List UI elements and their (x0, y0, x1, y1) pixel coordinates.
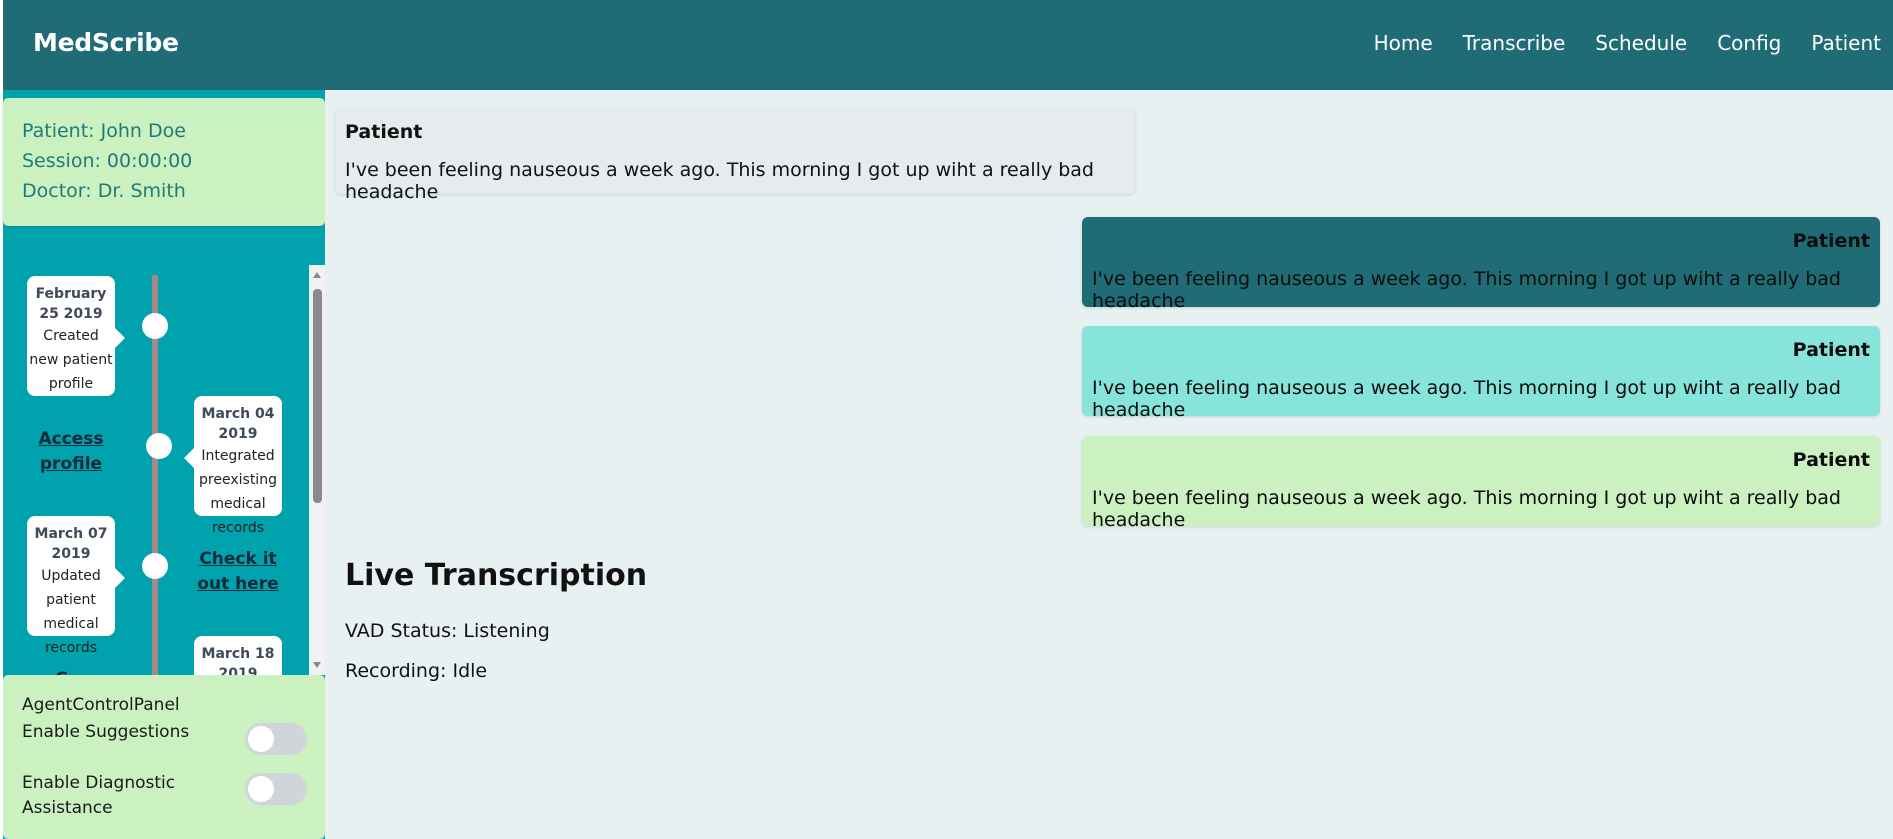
transcript-message: Patient I've been feeling nauseous a wee… (1082, 436, 1880, 531)
nav-config-link[interactable]: Config (1717, 31, 1781, 55)
access-profile-link[interactable]: Access profile (27, 427, 115, 477)
diagnostic-assistance-toggle[interactable] (245, 773, 307, 805)
message-speaker: Patient (1792, 449, 1870, 471)
message-speaker: Patient (345, 121, 423, 143)
agent-control-panel: AgentControlPanel Enable Suggestions Ena… (3, 675, 325, 839)
vad-status: VAD Status: Listening (345, 620, 550, 642)
transcript-message: Patient I've been feeling nauseous a wee… (335, 108, 1135, 203)
timeline-event-date: March 18 2019 (201, 646, 275, 675)
nav-schedule-link[interactable]: Schedule (1595, 31, 1687, 55)
timeline-dot (146, 433, 172, 459)
nav-patient-link[interactable]: Patient (1811, 31, 1881, 55)
transcript-message: Patient I've been feeling nauseous a wee… (1082, 326, 1880, 421)
suggestions-toggle[interactable] (245, 723, 307, 755)
message-text: I've been feeling nauseous a week ago. T… (345, 159, 1094, 203)
timeline-dot (142, 313, 168, 339)
suggestions-toggle-label: Enable Suggestions (22, 722, 190, 742)
timeline-scrollbar[interactable] (309, 265, 325, 675)
agent-panel-title: AgentControlPanel (22, 695, 180, 715)
timeline-event-date: March 07 2019 (34, 526, 108, 562)
timeline-event-link[interactable]: C... (27, 667, 115, 675)
suggestions-toggle-row: Enable Suggestions (22, 720, 307, 755)
diagnostic-toggle-row: Enable Diagnostic Assistance (22, 771, 307, 821)
timeline-dot (142, 553, 168, 579)
message-text: I've been feeling nauseous a week ago. T… (1092, 268, 1841, 312)
live-transcription-heading: Live Transcription (345, 558, 648, 593)
message-text: I've been feeling nauseous a week ago. T… (1092, 377, 1841, 421)
timeline-event-text: Integrated preexisting medical records (199, 448, 277, 536)
scrollbar-thumb[interactable] (313, 289, 322, 503)
timeline-event-card: March 18 2019 (194, 636, 282, 675)
nav-home-link[interactable]: Home (1374, 31, 1433, 55)
scroll-up-arrow-icon[interactable] (313, 272, 321, 278)
diagnostic-toggle-label: Enable Diagnostic Assistance (22, 773, 176, 818)
timeline-event-text: Created new patient profile (29, 328, 113, 392)
check-it-out-link[interactable]: Check it out here (194, 547, 282, 597)
session-info-card: Patient: John Doe Session: 00:00:00 Doct… (3, 98, 325, 226)
timeline-event-date: February 25 2019 (35, 286, 107, 322)
transcript-area: Patient I've been feeling nauseous a wee… (325, 90, 1893, 839)
message-text: I've been feeling nauseous a week ago. T… (1092, 487, 1841, 531)
timeline-event-text: Updated patient medical records (41, 568, 101, 656)
scroll-down-arrow-icon[interactable] (313, 662, 321, 668)
main-nav: Home Transcribe Schedule Config Patient (1374, 31, 1881, 55)
message-speaker: Patient (1792, 230, 1870, 252)
patient-timeline[interactable]: February 25 2019 Created new patient pro… (3, 265, 325, 675)
timeline-event-date: March 04 2019 (201, 406, 275, 442)
transcript-message: Patient I've been feeling nauseous a wee… (1082, 217, 1880, 312)
brand-logo[interactable]: MedScribe (33, 28, 179, 57)
top-navbar: MedScribe Home Transcribe Schedule Confi… (3, 0, 1893, 90)
message-speaker: Patient (1792, 339, 1870, 361)
toggle-knob (248, 776, 274, 802)
timeline-event-card: February 25 2019 Created new patient pro… (27, 276, 125, 396)
patient-name: Patient: John Doe (22, 120, 186, 142)
sidebar: Patient: John Doe Session: 00:00:00 Doct… (3, 90, 325, 839)
doctor-name: Doctor: Dr. Smith (22, 180, 186, 202)
toggle-knob (248, 726, 274, 752)
timeline-event-card: March 07 2019 Updated patient medical re… (27, 516, 125, 656)
nav-transcribe-link[interactable]: Transcribe (1463, 31, 1566, 55)
session-timer: Session: 00:00:00 (22, 150, 193, 172)
recording-status: Recording: Idle (345, 660, 488, 682)
timeline-event-card: March 04 2019 Integrated preexisting med… (184, 396, 282, 536)
